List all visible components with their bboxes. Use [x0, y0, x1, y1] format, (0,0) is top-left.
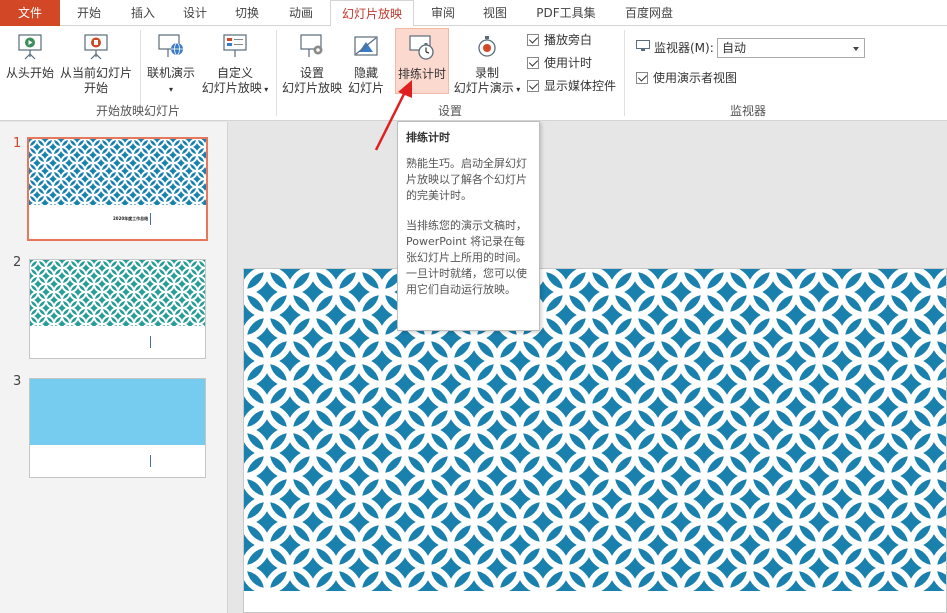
slide-number: 1 — [13, 136, 22, 151]
globe-present-icon — [158, 34, 183, 57]
group-label-start-slideshow: 开始放映幻灯片 — [96, 104, 181, 118]
record-label-1: 录制 — [474, 66, 499, 80]
presenter-view-checkbox[interactable]: 使用演示者视图 — [636, 70, 737, 86]
slideshow-current-icon — [84, 34, 108, 60]
play-narrations-label: 播放旁白 — [544, 33, 593, 47]
use-timings-checkbox[interactable]: 使用计时 — [527, 55, 592, 71]
monitor-select[interactable]: 自动 — [717, 38, 865, 58]
setup-label-1: 设置 — [299, 66, 324, 80]
slide-pattern-image — [30, 260, 205, 326]
slide-edit-area — [229, 122, 947, 613]
record-slideshow-button[interactable]: 录制 幻灯片演示 ▾ — [452, 32, 522, 97]
tab-review[interactable]: 审阅 — [418, 0, 468, 26]
tab-home[interactable]: 开始 — [64, 0, 114, 26]
tab-view[interactable]: 视图 — [470, 0, 520, 26]
from-current-label-1: 从当前幻灯片 — [59, 66, 132, 80]
group-label-setup: 设置 — [438, 104, 463, 118]
slide-pattern-image — [244, 269, 946, 591]
checkbox-checked-icon — [527, 34, 539, 46]
show-media-controls-checkbox[interactable]: 显示媒体控件 — [527, 78, 616, 94]
slide-number: 3 — [13, 374, 22, 389]
chevron-down-icon: ▾ — [261, 85, 269, 94]
tab-insert[interactable]: 插入 — [118, 0, 168, 26]
stopwatch-slide-icon — [409, 35, 434, 60]
group-label-monitor: 监视器 — [730, 104, 767, 118]
show-media-controls-label: 显示媒体控件 — [544, 79, 617, 93]
text-cursor — [150, 336, 151, 348]
custom-label-2: 幻灯片放映 — [201, 81, 262, 95]
slide-number: 2 — [13, 255, 22, 270]
current-slide-canvas[interactable] — [243, 268, 947, 613]
monitor-select-value: 自动 — [722, 41, 747, 55]
custom-label-1: 自定义 — [216, 66, 253, 80]
text-cursor — [150, 455, 151, 467]
record-icon — [478, 36, 496, 57]
tab-slideshow[interactable]: 幻灯片放映 — [330, 0, 414, 27]
from-beginning-button[interactable]: 从头开始 — [4, 32, 56, 81]
presenter-view-label: 使用演示者视图 — [653, 71, 738, 85]
chevron-down-icon — [853, 47, 859, 51]
custom-slideshow-button[interactable]: 自定义 幻灯片放映 ▾ — [198, 32, 272, 97]
tooltip-paragraph-1: 熟能生巧。启动全屏幻灯片放映以了解各个幻灯片的完美计时。 — [406, 157, 527, 202]
chevron-down-icon: ▾ — [168, 85, 173, 94]
ribbon-tab-bar: 文件 开始 插入 设计 切换 动画 幻灯片放映 审阅 视图 PDF工具集 百度网… — [0, 0, 947, 27]
custom-slideshow-icon — [223, 34, 247, 57]
slide-thumbnail-panel: 1 2020年度工作总结 2 3 — [0, 122, 228, 613]
tab-baidu-netdisk[interactable]: 百度网盘 — [612, 0, 686, 26]
tab-design[interactable]: 设计 — [170, 0, 220, 26]
tab-transitions[interactable]: 切换 — [222, 0, 272, 26]
ribbon: 从头开始 从当前幻灯片 开始 联机演示 ▾ 自定义 幻灯片放映 ▾ 开始放映幻灯… — [0, 26, 947, 121]
slideshow-play-icon — [18, 34, 42, 60]
slide-thumbnail-2[interactable] — [29, 259, 206, 359]
slide-color-block — [30, 379, 205, 445]
tooltip-paragraph-2: 当排练您的演示文稿时，PowerPoint 将记录在每张幻灯片上所用的时间。一旦… — [406, 219, 527, 296]
slide-thumbnail-1[interactable]: 2020年度工作总结 — [27, 137, 208, 241]
tab-file[interactable]: 文件 — [0, 0, 60, 26]
online-present-button[interactable]: 联机演示 ▾ — [144, 32, 198, 97]
text-cursor — [150, 213, 151, 225]
tab-pdf-tools[interactable]: PDF工具集 — [526, 0, 606, 26]
checkbox-checked-icon — [527, 57, 539, 69]
from-current-label-2: 开始 — [83, 81, 108, 95]
tab-animations[interactable]: 动画 — [274, 0, 328, 26]
rehearse-timings-tooltip: 排练计时 熟能生巧。启动全屏幻灯片放映以了解各个幻灯片的完美计时。 当排练您的演… — [397, 121, 540, 331]
hide-slide-icon — [354, 36, 378, 56]
from-beginning-label: 从头开始 — [5, 66, 54, 80]
monitor-label: 监视器(M): — [654, 41, 714, 55]
setup-slideshow-button[interactable]: 设置 幻灯片放映 — [280, 32, 344, 96]
play-narrations-checkbox[interactable]: 播放旁白 — [527, 32, 592, 48]
setup-label-2: 幻灯片放映 — [281, 81, 342, 95]
record-label-2: 幻灯片演示 — [453, 81, 514, 95]
checkbox-checked-icon — [527, 80, 539, 92]
chevron-down-icon: ▾ — [513, 85, 521, 94]
online-present-label: 联机演示 — [146, 66, 195, 80]
slide-title-text: 2020年度工作总结 — [113, 216, 149, 221]
checkbox-checked-icon — [636, 72, 648, 84]
use-timings-label: 使用计时 — [544, 56, 593, 70]
group-separator — [276, 30, 277, 116]
monitor-icon — [636, 40, 650, 51]
from-current-slide-button[interactable]: 从当前幻灯片 开始 — [58, 32, 134, 96]
slide-thumbnail-3[interactable] — [29, 378, 206, 478]
tooltip-title: 排练计时 — [406, 131, 450, 144]
group-separator — [624, 30, 625, 116]
slide-pattern-image — [29, 139, 206, 205]
setup-slideshow-icon — [300, 34, 323, 57]
